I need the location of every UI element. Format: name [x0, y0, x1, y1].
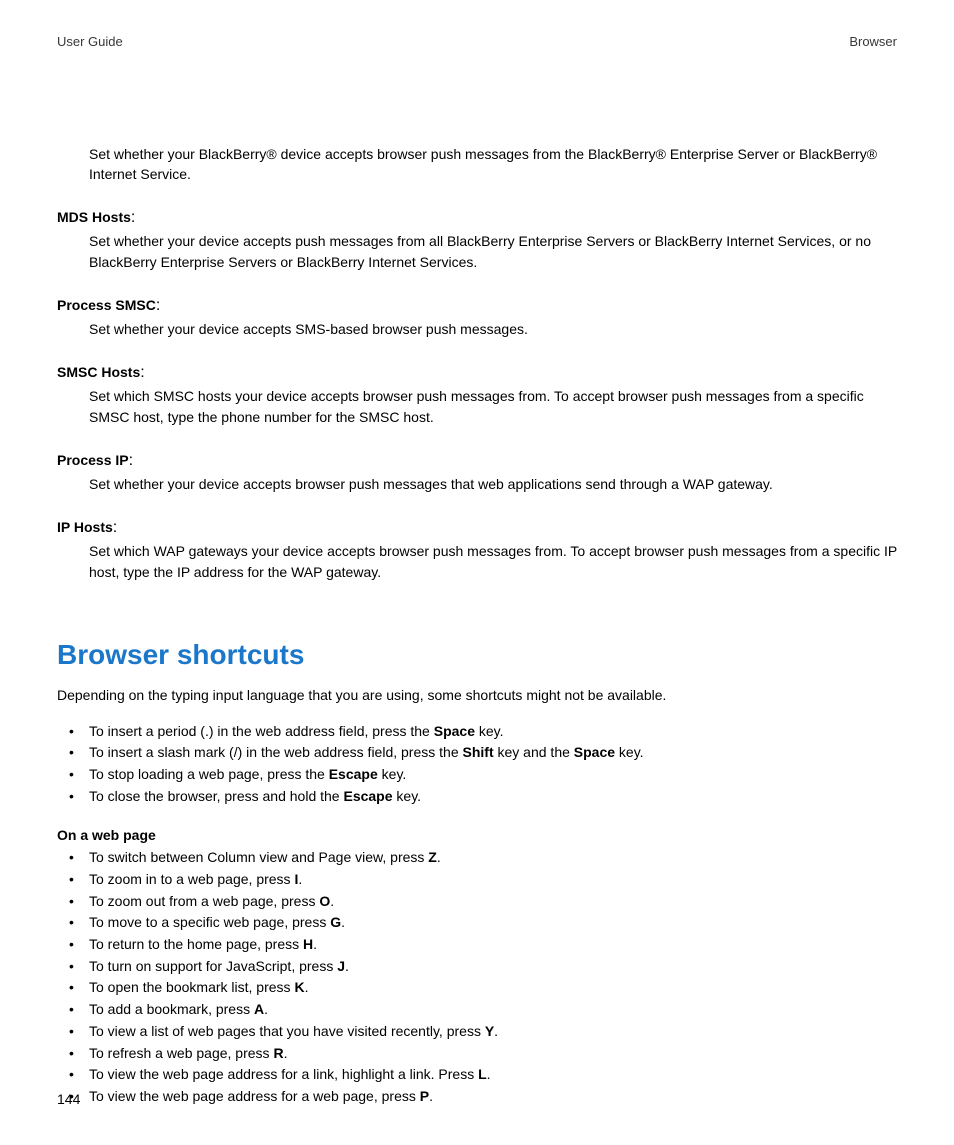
shortcut-item: To add a bookmark, press A. [57, 999, 897, 1021]
intro-paragraph: Set whether your BlackBerry® device acce… [89, 144, 897, 185]
definition-item: SMSC Hosts: Set which SMSC hosts your dev… [57, 364, 897, 428]
definition-term: Process IP: [57, 452, 897, 470]
definition-item: Process IP: Set whether your device accep… [57, 452, 897, 495]
shortcut-item: To open the bookmark list, press K. [57, 977, 897, 999]
definition-desc: Set whether your device accepts push mes… [89, 231, 897, 273]
key-name: P [420, 1088, 429, 1104]
key-name: L [478, 1066, 487, 1082]
shortcut-item: To view the web page address for a link,… [57, 1064, 897, 1086]
key-name: R [273, 1045, 283, 1061]
definition-desc: Set which WAP gateways your device accep… [89, 541, 897, 583]
term-text: Process IP [57, 452, 129, 468]
definition-desc: Set whether your device accepts browser … [89, 474, 897, 495]
shortcut-item: To view a list of web pages that you hav… [57, 1021, 897, 1043]
colon: : [156, 297, 160, 314]
key-name: I [294, 871, 298, 887]
shortcut-list-general: To insert a period (.) in the web addres… [57, 721, 897, 808]
key-name: Space [574, 744, 615, 760]
shortcut-item: To insert a period (.) in the web addres… [57, 721, 897, 743]
shortcut-item: To turn on support for JavaScript, press… [57, 956, 897, 978]
key-name: Escape [329, 766, 378, 782]
key-name: Escape [343, 788, 392, 804]
page-number: 144 [57, 1091, 80, 1107]
shortcut-item: To view the web page address for a web p… [57, 1086, 897, 1108]
section-title: Browser shortcuts [57, 639, 897, 671]
key-name: Shift [463, 744, 494, 760]
key-name: Space [434, 723, 475, 739]
shortcut-item: To zoom in to a web page, press I. [57, 869, 897, 891]
key-name: A [254, 1001, 264, 1017]
key-name: K [294, 979, 304, 995]
shortcut-item: To move to a specific web page, press G. [57, 912, 897, 934]
definition-term: IP Hosts: [57, 519, 897, 537]
definition-term: Process SMSC: [57, 297, 897, 315]
definition-term: SMSC Hosts: [57, 364, 897, 382]
colon: : [140, 364, 144, 381]
shortcut-list-webpage: To switch between Column view and Page v… [57, 847, 897, 1107]
header-left: User Guide [57, 34, 123, 49]
definition-desc: Set which SMSC hosts your device accepts… [89, 386, 897, 428]
section-lead: Depending on the typing input language t… [57, 687, 897, 703]
definitions-list: MDS Hosts: Set whether your device accept… [57, 209, 897, 583]
key-name: H [303, 936, 313, 952]
shortcut-item: To stop loading a web page, press the Es… [57, 764, 897, 786]
term-text: SMSC Hosts [57, 364, 140, 380]
term-text: Process SMSC [57, 297, 156, 313]
definition-desc: Set whether your device accepts SMS-base… [89, 319, 897, 340]
shortcut-item: To switch between Column view and Page v… [57, 847, 897, 869]
colon: : [129, 452, 133, 469]
key-name: J [337, 958, 345, 974]
key-name: G [330, 914, 341, 930]
colon: : [131, 209, 135, 226]
shortcut-item: To refresh a web page, press R. [57, 1043, 897, 1065]
term-text: IP Hosts [57, 519, 113, 535]
key-name: O [319, 893, 330, 909]
key-name: Z [428, 849, 437, 865]
header-right: Browser [849, 34, 897, 49]
shortcut-item: To insert a slash mark (/) in the web ad… [57, 742, 897, 764]
definition-item: IP Hosts: Set which WAP gateways your dev… [57, 519, 897, 583]
definition-item: MDS Hosts: Set whether your device accept… [57, 209, 897, 273]
colon: : [113, 519, 117, 536]
key-name: Y [485, 1023, 494, 1039]
subheading: On a web page [57, 827, 897, 843]
shortcut-item: To zoom out from a web page, press O. [57, 891, 897, 913]
definition-term: MDS Hosts: [57, 209, 897, 227]
shortcut-item: To close the browser, press and hold the… [57, 786, 897, 808]
definition-item: Process SMSC: Set whether your device acc… [57, 297, 897, 340]
shortcut-item: To return to the home page, press H. [57, 934, 897, 956]
term-text: MDS Hosts [57, 209, 131, 225]
